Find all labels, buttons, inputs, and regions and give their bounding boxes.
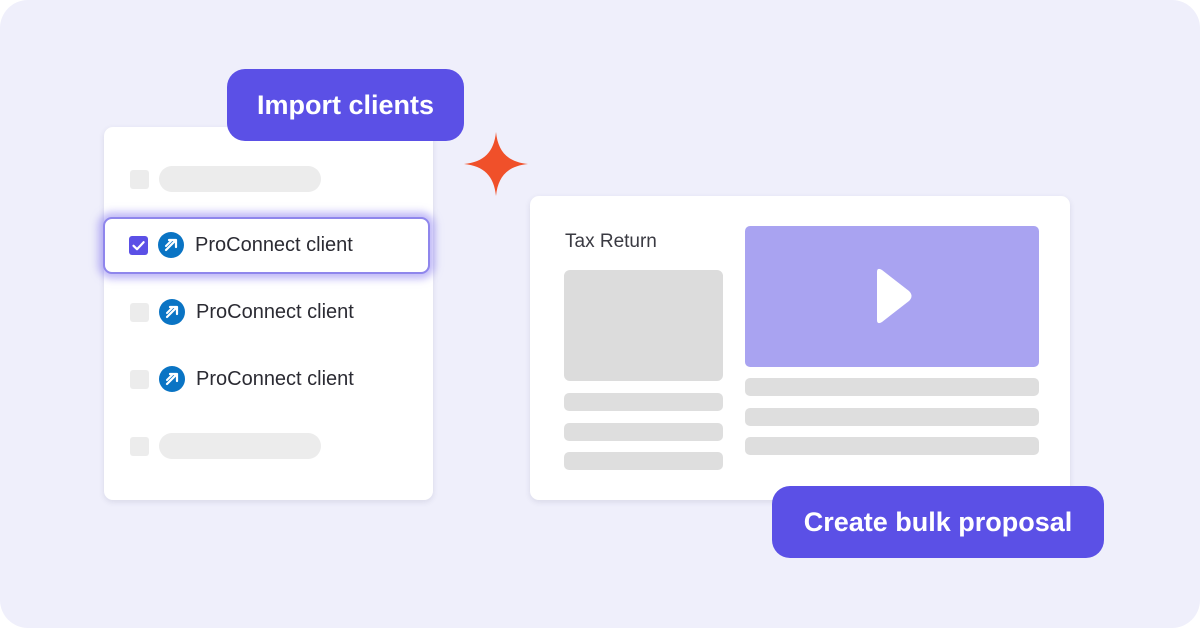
- play-icon[interactable]: [871, 266, 915, 326]
- client-name: ProConnect client: [196, 368, 354, 390]
- placeholder-bar: [159, 433, 321, 459]
- proconnect-logo-icon: [158, 232, 184, 258]
- client-list-card: ProConnect client ProConnect client ProC…: [103, 127, 433, 500]
- checkbox-checked[interactable]: [129, 236, 148, 255]
- checkbox[interactable]: [130, 437, 149, 456]
- text-line-placeholder: [745, 437, 1039, 455]
- checkmark-icon: [132, 241, 145, 251]
- text-line-placeholder: [564, 452, 723, 470]
- client-name: ProConnect client: [196, 301, 354, 323]
- import-clients-button[interactable]: Import clients: [227, 69, 464, 141]
- client-name: ProConnect client: [195, 234, 353, 256]
- list-item-placeholder: [104, 418, 433, 474]
- proconnect-logo-icon: [159, 366, 185, 392]
- list-item-client[interactable]: ProConnect client: [104, 284, 433, 340]
- list-item-client-selected[interactable]: ProConnect client: [103, 217, 430, 274]
- video-thumbnail[interactable]: [745, 226, 1039, 367]
- create-bulk-proposal-button[interactable]: Create bulk proposal: [772, 486, 1104, 558]
- text-line-placeholder: [745, 378, 1039, 396]
- document-title: Tax Return: [565, 231, 657, 252]
- text-line-placeholder: [745, 408, 1039, 426]
- checkbox[interactable]: [130, 370, 149, 389]
- placeholder-bar: [159, 166, 321, 192]
- text-line-placeholder: [564, 393, 723, 411]
- image-placeholder: [564, 270, 723, 381]
- canvas: ProConnect client ProConnect client ProC…: [0, 0, 1200, 628]
- list-item-placeholder: [104, 151, 433, 207]
- list-item-client[interactable]: ProConnect client: [104, 351, 433, 407]
- sparkle-icon: [464, 132, 528, 196]
- text-line-placeholder: [564, 423, 723, 441]
- proconnect-logo-icon: [159, 299, 185, 325]
- checkbox[interactable]: [130, 170, 149, 189]
- proposal-preview-card: Tax Return: [530, 196, 1070, 500]
- checkbox[interactable]: [130, 303, 149, 322]
